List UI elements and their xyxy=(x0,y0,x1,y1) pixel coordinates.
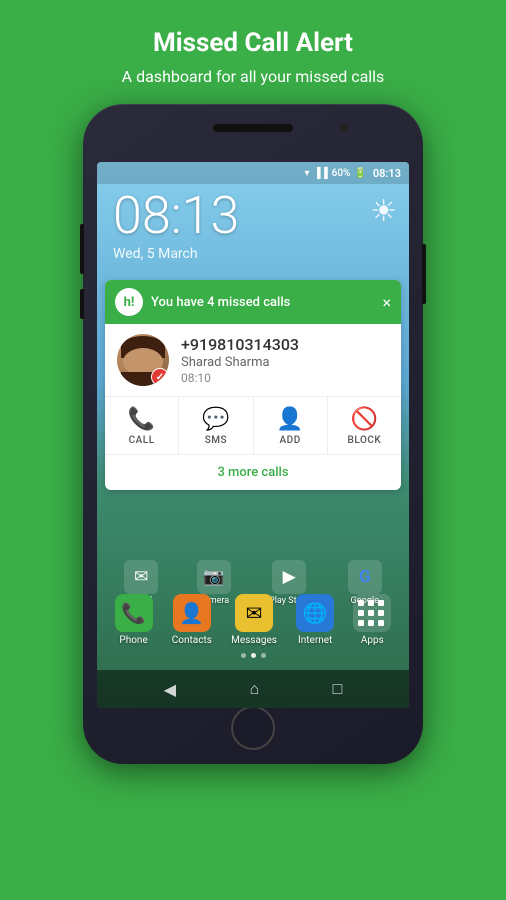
call-label: CALL xyxy=(129,435,155,446)
dot-1 xyxy=(241,653,246,658)
status-icons: ▾ ▐▐ 60% 🔋 08:13 xyxy=(304,167,401,180)
block-label: BLOCK xyxy=(348,435,382,446)
home-button[interactable] xyxy=(231,706,275,750)
phone-shell: ▾ ▐▐ 60% 🔋 08:13 08:13 Wed, 5 March ☀ h! xyxy=(83,104,423,764)
notification-card: h! You have 4 missed calls × ✓ +91981031… xyxy=(105,280,401,490)
power-button xyxy=(80,289,84,319)
back-nav-icon[interactable]: ◀ xyxy=(164,680,176,699)
contacts-dock-icon: 👤 xyxy=(173,594,211,632)
phone-dock-icon: 📞 xyxy=(115,594,153,632)
internet-dock-label: Internet xyxy=(298,635,332,646)
contact-info: +919810314303 Sharad Sharma 08:10 xyxy=(181,335,389,385)
call-time: 08:10 xyxy=(181,371,389,385)
apps-dock-icon xyxy=(353,594,391,632)
playstore-icon: ▶ xyxy=(272,560,306,594)
phone-camera xyxy=(340,123,348,131)
lock-screen-time: 08:13 Wed, 5 March xyxy=(113,190,239,262)
dock-apps: 📞 Phone 👤 Contacts ✉ Messages 🌐 Internet xyxy=(97,594,409,646)
apps-dock-label: Apps xyxy=(361,635,384,646)
lock-date-display: Wed, 5 March xyxy=(113,246,239,262)
recent-nav-icon[interactable]: □ xyxy=(333,679,343,699)
contact-row: ✓ +919810314303 Sharad Sharma 08:10 xyxy=(105,324,401,396)
contacts-dock-item[interactable]: 👤 Contacts xyxy=(172,594,212,646)
camera-icon: 📷 xyxy=(197,560,231,594)
app-header: Missed Call Alert A dashboard for all yo… xyxy=(102,0,405,104)
weather-icon: ☀ xyxy=(370,194,397,229)
block-button[interactable]: 🚫 BLOCK xyxy=(328,397,401,454)
sms-label: SMS xyxy=(205,435,227,446)
avatar: ✓ xyxy=(117,334,169,386)
status-time: 08:13 xyxy=(373,167,401,180)
dot-3 xyxy=(261,653,266,658)
contact-number: +919810314303 xyxy=(181,335,389,354)
app-title: Missed Call Alert xyxy=(122,28,385,58)
more-calls-label: 3 more calls xyxy=(217,465,288,480)
add-icon: 👤 xyxy=(276,407,303,432)
phone-dock-item[interactable]: 📞 Phone xyxy=(115,594,153,646)
dot-2 xyxy=(251,653,256,658)
apps-dock-item[interactable]: Apps xyxy=(353,594,391,646)
google-icon: G xyxy=(348,560,382,594)
email-icon: ✉ xyxy=(124,560,158,594)
more-calls-link[interactable]: 3 more calls xyxy=(105,454,401,490)
phone-mockup: ▾ ▐▐ 60% 🔋 08:13 08:13 Wed, 5 March ☀ h! xyxy=(83,104,423,764)
page-indicators xyxy=(97,653,409,658)
phone-dock-label: Phone xyxy=(119,635,147,646)
volume-up-button xyxy=(80,224,84,274)
status-bar: ▾ ▐▐ 60% 🔋 08:13 xyxy=(97,162,409,184)
battery-level: 60% xyxy=(332,168,351,179)
messages-dock-label: Messages xyxy=(231,635,277,646)
messages-dock-icon: ✉ xyxy=(235,594,273,632)
sms-button[interactable]: 💬 SMS xyxy=(179,397,253,454)
app-icon: h! xyxy=(115,288,143,316)
phone-speaker xyxy=(213,124,293,132)
contact-name: Sharad Sharma xyxy=(181,355,389,370)
volume-button xyxy=(422,244,426,304)
phone-screen: ▾ ▐▐ 60% 🔋 08:13 08:13 Wed, 5 March ☀ h! xyxy=(97,162,409,708)
call-button[interactable]: 📞 CALL xyxy=(105,397,179,454)
add-button[interactable]: 👤 ADD xyxy=(254,397,328,454)
app-subtitle: A dashboard for all your missed calls xyxy=(122,66,385,88)
navigation-bar: ◀ ⌂ □ xyxy=(97,670,409,708)
wifi-icon: ▾ xyxy=(304,168,309,179)
action-row: 📞 CALL 💬 SMS 👤 ADD 🚫 BLOCK xyxy=(105,396,401,454)
contacts-dock-label: Contacts xyxy=(172,635,212,646)
call-icon: 📞 xyxy=(128,407,155,432)
sms-icon: 💬 xyxy=(202,407,229,432)
internet-dock-item[interactable]: 🌐 Internet xyxy=(296,594,334,646)
block-icon: 🚫 xyxy=(351,407,378,432)
signal-icon: ▐▐ xyxy=(314,168,328,179)
lock-time-display: 08:13 xyxy=(113,190,239,242)
battery-icon: 🔋 xyxy=(354,168,366,179)
home-nav-icon[interactable]: ⌂ xyxy=(249,679,259,699)
notification-header: h! You have 4 missed calls × xyxy=(105,280,401,324)
close-button[interactable]: × xyxy=(382,293,391,312)
missed-call-badge: ✓ xyxy=(151,368,169,386)
internet-dock-icon: 🌐 xyxy=(296,594,334,632)
add-label: ADD xyxy=(280,435,301,446)
notification-message: You have 4 missed calls xyxy=(151,295,374,310)
messages-dock-item[interactable]: ✉ Messages xyxy=(231,594,277,646)
